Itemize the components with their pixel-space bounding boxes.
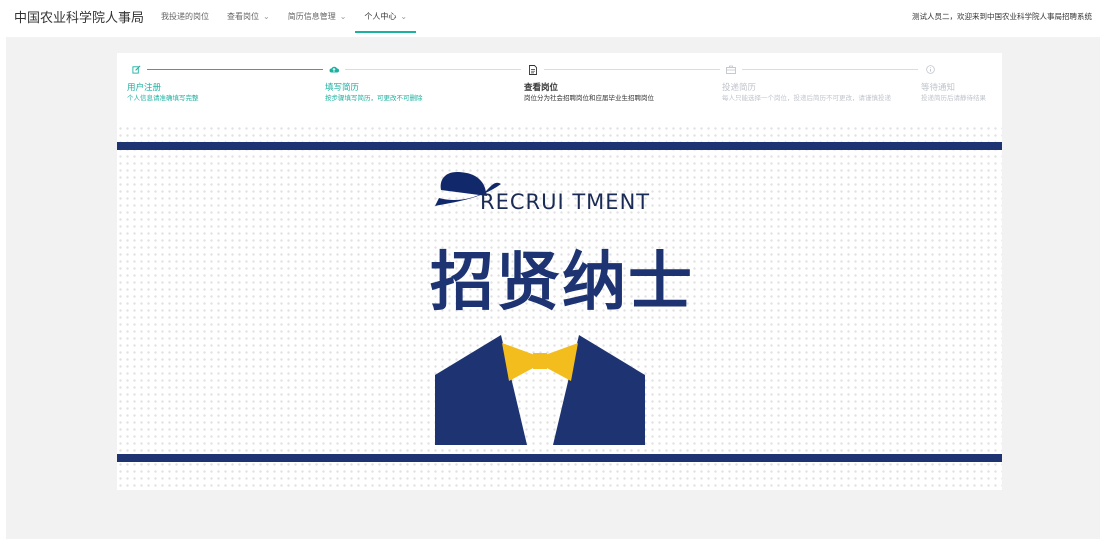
main-nav: 我投递的岗位 查看岗位 ⌄ 简历信息管理 ⌄ 个人中心 ⌄ xyxy=(152,0,417,33)
nav-label: 个人中心 xyxy=(364,12,397,21)
process-steps: 用户注册 个人信息请准确填写完整 填写简历 按步骤填写简历，可更改不可删除 查看… xyxy=(117,53,1002,123)
cloud-upload-icon xyxy=(329,65,339,75)
briefcase-icon xyxy=(726,65,736,75)
step-title: 等待通知 xyxy=(921,83,956,93)
banner-stripe-bottom xyxy=(117,454,1002,462)
step-connector xyxy=(345,69,521,70)
nav-label: 查看岗位 xyxy=(227,12,260,21)
nav-my-applications[interactable]: 我投递的岗位 xyxy=(152,0,218,33)
nav-view-positions[interactable]: 查看岗位 ⌄ xyxy=(218,0,279,33)
step-title: 用户注册 xyxy=(127,83,162,93)
site-title[interactable]: 中国农业科学院人事局 xyxy=(14,7,144,26)
chevron-down-icon: ⌄ xyxy=(263,12,270,21)
recruitment-banner: RECRUI TMENT 招贤纳士 xyxy=(117,125,1002,490)
step-title: 投递简历 xyxy=(722,83,757,93)
step-connector xyxy=(544,69,720,70)
document-icon xyxy=(528,65,538,75)
welcome-message: 测试人员二，欢迎来到中国农业科学院人事局招聘系统 xyxy=(912,12,1092,21)
recruitment-english-text: RECRUI TMENT xyxy=(480,190,651,214)
top-navbar: 中国农业科学院人事局 我投递的岗位 查看岗位 ⌄ 简历信息管理 ⌄ 个人中心 ⌄… xyxy=(0,0,1100,33)
step-description: 岗位分为社会招聘岗位和应届毕业生招聘岗位 xyxy=(524,94,654,102)
nav-label: 我投递的岗位 xyxy=(161,12,210,21)
step-title: 查看岗位 xyxy=(524,83,559,93)
step-description: 个人信息请准确填写完整 xyxy=(127,94,199,102)
step-description: 每人只能选择一个岗位，投递后简历不可更改，请谨慎投递 xyxy=(722,94,891,102)
edit-icon xyxy=(131,65,141,75)
step-description: 投递简历后请静待结果 xyxy=(921,94,986,102)
chevron-down-icon: ⌄ xyxy=(339,12,347,21)
main-card: 用户注册 个人信息请准确填写完整 填写简历 按步骤填写简历，可更改不可删除 查看… xyxy=(117,53,1002,490)
banner-stripe-top xyxy=(117,142,1002,150)
suit-icon xyxy=(435,335,645,445)
info-icon xyxy=(925,65,935,75)
nav-label: 简历信息管理 xyxy=(287,12,336,21)
nav-resume-management[interactable]: 简历信息管理 ⌄ xyxy=(279,0,356,33)
step-description: 按步骤填写简历，可更改不可删除 xyxy=(325,94,423,102)
recruitment-headline: 招贤纳士 xyxy=(430,246,694,320)
chevron-down-icon: ⌄ xyxy=(400,12,408,21)
nav-personal-center[interactable]: 个人中心 ⌄ xyxy=(355,0,417,33)
step-connector xyxy=(147,69,323,70)
step-connector xyxy=(742,69,918,70)
step-title: 填写简历 xyxy=(325,83,360,93)
